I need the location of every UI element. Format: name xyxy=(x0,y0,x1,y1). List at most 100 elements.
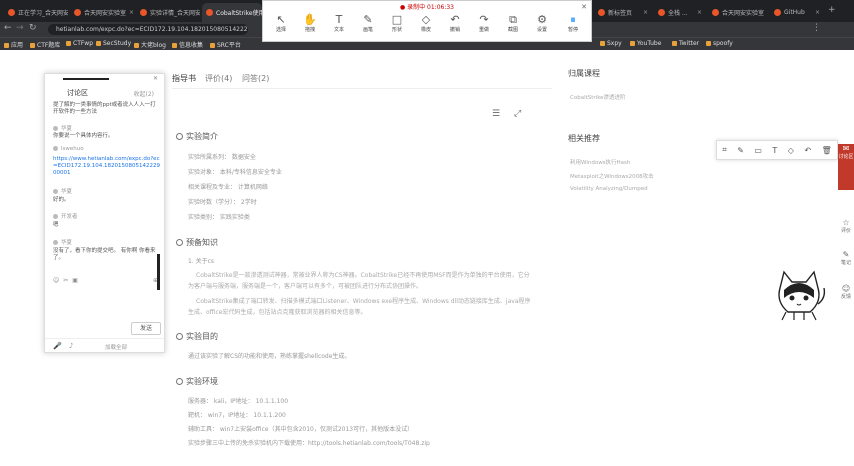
prereq-paragraph: CobaltStrike集成了端口转发、扫描多模式端口Listener、Wind… xyxy=(188,298,531,316)
send-button[interactable]: 发送 xyxy=(131,322,161,335)
tool-settings-button[interactable]: ⚙ 设置 xyxy=(528,13,556,33)
sound-icon[interactable]: ♪ xyxy=(69,342,73,350)
tool-shape-button[interactable]: □ 形状 xyxy=(383,13,411,33)
bookmark-item[interactable]: 大佬blog xyxy=(134,40,166,49)
tool-drag-button[interactable]: ✋ 拖拽 xyxy=(296,13,324,33)
bookmark-item[interactable]: SRC平台 xyxy=(210,40,241,49)
trash-icon[interactable]: 🗑 xyxy=(822,146,832,155)
text-icon[interactable]: T xyxy=(772,146,777,155)
scissors-icon[interactable]: ✂ xyxy=(63,277,72,284)
section-title-intro: 实验简介 xyxy=(176,131,218,142)
browser-tab[interactable]: 正在学习_合天网安实验室× xyxy=(4,3,68,22)
eraser-icon[interactable]: ◇ xyxy=(788,146,794,155)
tool-redo-button[interactable]: ↷ 重做 xyxy=(470,13,498,33)
chat-message: 你要说一个具体内容行。 xyxy=(53,133,114,139)
undo-icon[interactable]: ↶ xyxy=(804,146,811,155)
recommend-title: 相关推荐 xyxy=(568,134,600,143)
sidebar-notes-button[interactable]: ✎ 笔记 xyxy=(838,250,854,266)
site-favicon-icon xyxy=(598,9,605,16)
scrollbar-thumb[interactable] xyxy=(157,254,160,290)
browser-tab[interactable]: 全栈 ... × xyxy=(654,3,706,22)
site-favicon-icon xyxy=(774,9,781,16)
pen-icon[interactable]: ✎ xyxy=(737,146,744,155)
collapse-link[interactable]: 收起(2) xyxy=(134,89,155,98)
back-icon[interactable]: ← xyxy=(4,23,12,33)
intro-line: 实验类别： 实践实验类 xyxy=(188,214,250,221)
tool-pen-button[interactable]: ✎ 画笔 xyxy=(354,13,382,33)
site-favicon-icon xyxy=(8,9,15,16)
chat-username: 华夏 xyxy=(53,187,72,195)
close-icon[interactable]: ✕ xyxy=(153,75,158,82)
url-field[interactable]: hetianlab.com/expc.do?ec=ECID172.19.104.… xyxy=(48,24,248,35)
mic-icon[interactable]: 🎤 xyxy=(53,342,62,350)
close-tab-icon[interactable]: × xyxy=(640,9,648,16)
browser-tab[interactable]: 新标签页 × xyxy=(594,3,652,22)
eraser-icon: ◇ xyxy=(421,13,431,26)
bookmark-item[interactable]: CTFwp xyxy=(66,40,93,47)
emoji-icon[interactable]: ☺ xyxy=(53,277,63,284)
site-favicon-icon xyxy=(206,9,213,16)
bookmark-item[interactable]: Sxpy xyxy=(600,40,622,47)
close-tab-icon[interactable]: × xyxy=(694,9,702,16)
tool-eraser-button[interactable]: ◇ 橡皮 xyxy=(412,13,440,33)
sidebar-feedback-button[interactable]: ☺ 反馈 xyxy=(838,284,854,300)
bookmark-item[interactable]: CTF题库 xyxy=(30,40,60,49)
rectangle-icon[interactable]: ▭ xyxy=(754,146,762,155)
prereq-subtitle: 1. 关于cs xyxy=(188,258,215,265)
chat-link[interactable]: https://www.hetianlab.com/expc.do?ec=ECI… xyxy=(53,156,161,177)
close-tab-icon[interactable]: × xyxy=(126,9,134,16)
site-favicon-icon xyxy=(140,9,147,16)
bookmark-item[interactable]: 信息收集 xyxy=(172,40,203,49)
extension-icon[interactable]: ⋮ xyxy=(812,23,821,33)
bookmark-item[interactable]: YouTube xyxy=(630,40,661,47)
pen-icon: ✎ xyxy=(363,13,373,26)
intro-line: 实验对象： 本科/专科信息安全专业 xyxy=(188,169,282,176)
tool-screenshot-button[interactable]: ⧉ 截图 xyxy=(499,13,527,33)
intro-line: 相关课程及专业： 计算机网络 xyxy=(188,184,268,191)
browser-tab[interactable]: 合天网安实验室× xyxy=(70,3,134,22)
toc-icon[interactable]: ☰ xyxy=(492,109,500,119)
chat-username: 华夏 xyxy=(53,124,72,132)
divider xyxy=(45,338,164,339)
new-tab-icon[interactable]: + xyxy=(828,5,836,15)
close-tab-icon[interactable]: × xyxy=(812,9,820,16)
intro-line: 实验所属系列： 数据安全 xyxy=(188,154,256,161)
tool-select-button[interactable]: ↖ 选择 xyxy=(267,13,295,33)
tool-undo-button[interactable]: ↶ 撤销 xyxy=(441,13,469,33)
recommend-link[interactable]: Metasploit之Windows2008攻击 xyxy=(570,172,654,180)
browser-tab[interactable]: 合天网安实验室× xyxy=(708,3,768,22)
recommend-link[interactable]: Volatility Analyzing/Dumped xyxy=(570,186,648,192)
course-link[interactable]: CobaltStrike渗透进阶 xyxy=(570,93,626,101)
forward-icon[interactable]: → xyxy=(16,23,24,33)
title-underline xyxy=(63,78,109,80)
reload-icon[interactable]: ↻ xyxy=(29,23,37,33)
sidebar-review-button[interactable]: ☆ 评价 xyxy=(838,218,854,234)
bookmark-item[interactable]: SecStudy xyxy=(96,40,131,47)
env-line: 服务器： kali，IP地址： 10.1.1.100 xyxy=(188,398,289,405)
browser-tab[interactable]: 实验详情_合天网安× xyxy=(136,3,200,22)
annotation-toolbar: ⌗ ✎ ▭ T ◇ ↶ 🗑 xyxy=(716,140,838,160)
browser-tab[interactable]: GitHub × xyxy=(770,3,824,22)
recommend-link[interactable]: 利用Windows执行Hash xyxy=(570,158,630,166)
env-line: 辅助工具： win7上安装office（其中包含2010，仅测试2013可行，其… xyxy=(188,426,414,433)
sidebar-discussion-button[interactable]: ✉ 讨论区 xyxy=(838,144,854,190)
bookmark-item[interactable]: Twitter xyxy=(672,40,699,47)
image-icon[interactable]: ▣ xyxy=(72,277,82,284)
bookmark-item[interactable]: 应用 xyxy=(4,40,23,49)
note-icon: ✎ xyxy=(842,250,850,259)
close-icon[interactable]: ✕ xyxy=(581,3,587,11)
discussion-panel: ✕ 讨论区 收起(2) 提了解的一类事情的ppt或者说入人入一打开软件的一些方法… xyxy=(44,73,165,353)
load-all-link[interactable]: 加载全部 xyxy=(105,343,127,351)
star-icon: ☆ xyxy=(842,218,850,227)
select-icon[interactable]: ⌗ xyxy=(722,145,727,155)
tool-pause-button[interactable]: ⏸ 暂停 xyxy=(559,13,587,33)
close-tab-icon[interactable]: × xyxy=(764,9,768,16)
bookmark-item[interactable]: spoofy xyxy=(706,40,733,47)
tab-guide[interactable]: 指导书 xyxy=(172,73,196,84)
gear-icon: ⚙ xyxy=(537,13,547,26)
fullscreen-icon[interactable]: ⤢ xyxy=(514,109,521,119)
browser-tab-active[interactable]: CobaltStrike使用× xyxy=(202,3,262,22)
tab-reviews[interactable]: 评价(4) xyxy=(205,73,232,84)
tab-qa[interactable]: 问答(2) xyxy=(242,73,269,84)
tool-text-button[interactable]: T 文本 xyxy=(325,13,353,33)
